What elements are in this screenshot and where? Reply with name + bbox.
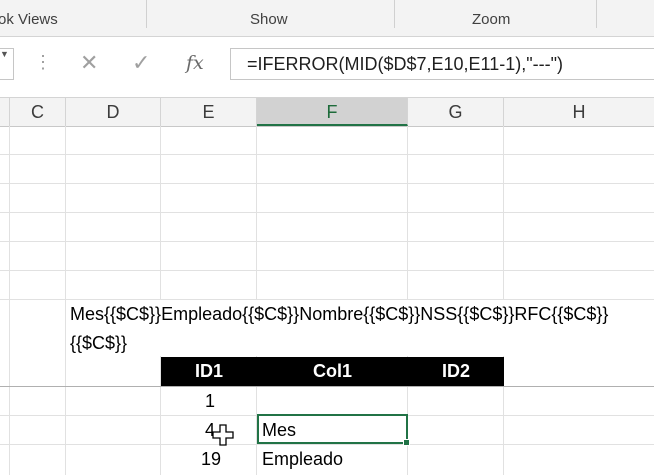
- ribbon-group-workbook-views: ok Views: [0, 0, 58, 36]
- table-row-3-id1[interactable]: 19: [161, 445, 221, 474]
- checkmark-icon[interactable]: ✓: [132, 50, 150, 76]
- close-icon[interactable]: ✕: [80, 50, 98, 76]
- ribbon-group-show: Show: [250, 0, 288, 36]
- ribbon-divider: [394, 0, 395, 28]
- chevron-down-icon[interactable]: ▼: [0, 49, 9, 59]
- ribbon-divider: [596, 0, 597, 28]
- cell-d7-text[interactable]: Mes{{$C$}}Empleado{{$C$}}Nombre{{$C$}}NS…: [70, 300, 608, 329]
- formula-bar: ▼ ⋮ ✕ ✓ fx =IFERROR(MID($D$7,E10,E11-1),…: [0, 37, 654, 95]
- gridline: [0, 241, 654, 242]
- table-row-3-col1[interactable]: Empleado: [262, 445, 343, 474]
- gridline: [0, 270, 654, 271]
- column-header-h[interactable]: H: [504, 98, 654, 126]
- cell-d7-text-wrap: {{$C$}}: [70, 333, 128, 353]
- insert-function-button[interactable]: fx: [186, 50, 204, 76]
- table-header-id1[interactable]: ID1: [161, 357, 257, 386]
- cell-select-cursor-icon: [212, 424, 234, 446]
- ribbon-group-zoom: Zoom: [472, 0, 510, 36]
- table-header-id2[interactable]: ID2: [408, 357, 504, 386]
- gridline: [0, 154, 654, 155]
- gridline: [9, 126, 10, 475]
- column-header-f[interactable]: F: [257, 98, 408, 126]
- column-header-b[interactable]: [0, 98, 10, 126]
- gridline: [0, 386, 654, 387]
- column-header-c[interactable]: C: [10, 98, 66, 126]
- fill-handle[interactable]: [403, 439, 410, 446]
- table-row-1-id1[interactable]: 1: [161, 387, 215, 416]
- formula-bar-grip-icon[interactable]: ⋮: [34, 52, 52, 73]
- column-header-d[interactable]: D: [66, 98, 161, 126]
- formula-input[interactable]: =IFERROR(MID($D$7,E10,E11-1),"---"): [230, 48, 654, 80]
- active-cell-selection[interactable]: [257, 414, 408, 444]
- gridline: [0, 212, 654, 213]
- column-headers: C D E F G H: [0, 97, 654, 127]
- table-row-2-id1[interactable]: 4: [161, 416, 215, 445]
- column-header-g[interactable]: G: [408, 98, 504, 126]
- ribbon-divider: [146, 0, 147, 28]
- ribbon-view-tab: ok Views Show Zoom: [0, 0, 654, 37]
- ribbon-group-label: Zoom: [472, 11, 511, 28]
- ribbon-group-label: Show: [250, 11, 288, 28]
- ribbon-group-label: ok Views: [0, 11, 58, 28]
- formula-buttons: ✕ ✓ fx: [62, 48, 224, 80]
- gridline: [0, 183, 654, 184]
- table-header-col1[interactable]: Col1: [257, 357, 408, 386]
- column-header-e[interactable]: E: [161, 98, 257, 126]
